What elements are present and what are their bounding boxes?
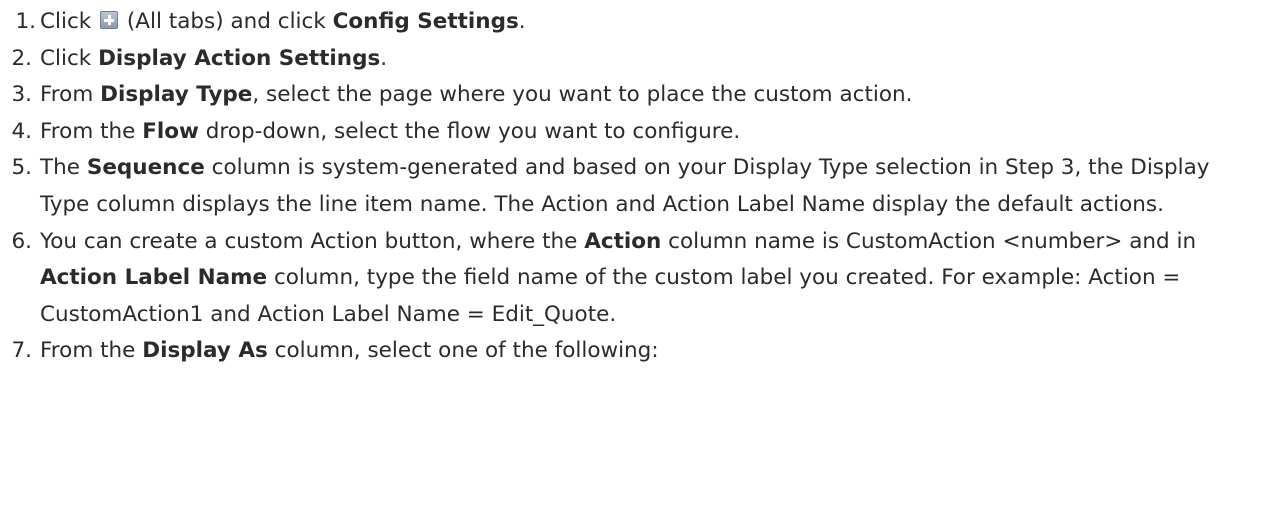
text-run: From the: [40, 338, 143, 364]
step-number: 2.: [11, 45, 32, 71]
step-text: From Display Type, select the page where…: [40, 82, 912, 107]
step-text: Click Display Action Settings.: [40, 46, 387, 71]
ui-term-display-type: Display Type: [100, 82, 253, 108]
text-run: From the: [40, 118, 143, 144]
step-item: 5. The Sequence column is system-generat…: [0, 150, 1261, 223]
step-item: 7. From the Display As column, select on…: [0, 333, 1261, 370]
text-run: You can create a custom Action button, w…: [40, 228, 585, 254]
text-run: From: [40, 82, 101, 108]
ui-term-action: Action: [584, 228, 662, 254]
text-run: drop-down, select the flow you want to c…: [198, 118, 741, 144]
step-text: From the Flow drop-down, select the flow…: [40, 119, 740, 144]
ui-term-action-label-name: Action Label Name: [40, 265, 268, 291]
ui-term-sequence: Sequence: [86, 155, 205, 181]
ui-term-flow: Flow: [142, 118, 199, 144]
step-number: 1.: [15, 9, 36, 34]
step-number: 7.: [11, 338, 32, 364]
text-run: Click: [40, 45, 99, 71]
text-run: column is system-generated and based on …: [40, 155, 1210, 217]
add-tab-icon: [100, 11, 119, 29]
ui-term-display-action-settings: Display Action Settings: [98, 45, 381, 71]
step-item: 6. You can create a custom Action button…: [0, 224, 1261, 334]
text-run: .: [518, 9, 526, 34]
text-run: column, select one of the following:: [267, 338, 659, 364]
step-text: Click (All tabs) and click Config Settin…: [40, 9, 526, 34]
text-run: The: [40, 155, 87, 181]
step-text: You can create a custom Action button, w…: [40, 229, 1196, 327]
step-text: From the Display As column, select one o…: [40, 338, 659, 363]
step-text: The Sequence column is system-generated …: [40, 155, 1210, 217]
step-number: 6.: [11, 228, 32, 254]
step-item: 1. Click (All tabs) and click Config Set…: [0, 4, 1261, 41]
ui-term-config-settings: Config Settings: [332, 9, 519, 34]
step-item: 2. Click Display Action Settings.: [0, 41, 1261, 78]
text-run: column name is CustomAction <number> and…: [661, 228, 1197, 254]
text-run: , select the page where you want to plac…: [252, 82, 913, 108]
step-number: 3.: [11, 82, 32, 108]
text-run: .: [380, 45, 388, 71]
ui-term-display-as: Display As: [142, 338, 268, 364]
text-run: (All tabs) and click: [120, 9, 333, 34]
step-item: 3. From Display Type, select the page wh…: [0, 77, 1261, 114]
step-number: 5.: [11, 155, 32, 181]
step-item: 4. From the Flow drop-down, select the f…: [0, 114, 1261, 151]
step-list: 1. Click (All tabs) and click Config Set…: [0, 4, 1261, 370]
step-number: 4.: [11, 118, 32, 144]
text-run: Click: [40, 9, 99, 34]
document-body: 1. Click (All tabs) and click Config Set…: [0, 0, 1261, 525]
